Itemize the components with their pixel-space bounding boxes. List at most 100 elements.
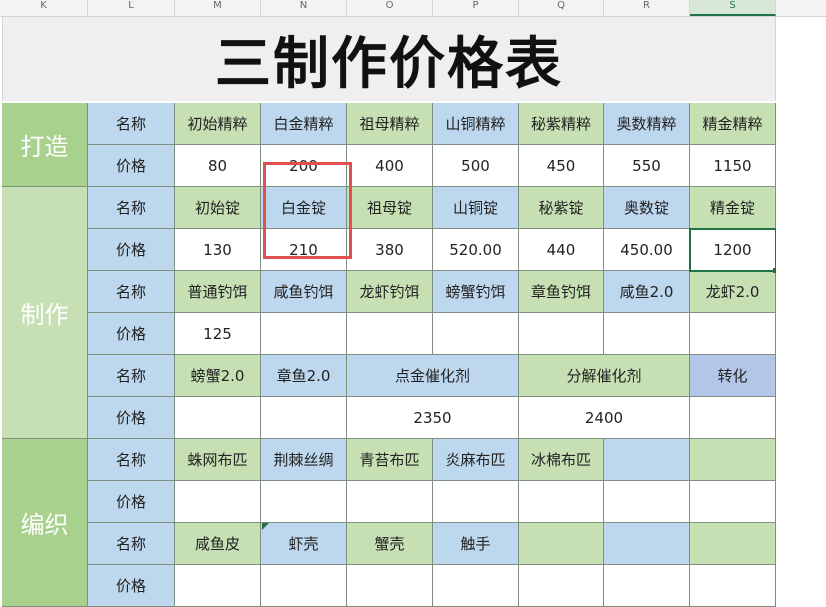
price-cell[interactable]: 130	[175, 229, 261, 271]
price-cell[interactable]	[604, 481, 690, 523]
column-header-n[interactable]: N	[261, 0, 347, 16]
section-header-weave[interactable]: 编织	[2, 439, 88, 607]
name-cell[interactable]: 蛛网布匹	[175, 439, 261, 481]
row-label-price[interactable]: 价格	[88, 565, 175, 607]
name-cell[interactable]: 初始锭	[175, 187, 261, 229]
name-cell[interactable]: 冰棉布匹	[519, 439, 604, 481]
row-label-price[interactable]: 价格	[88, 397, 175, 439]
price-cell[interactable]: 380	[347, 229, 433, 271]
name-cell[interactable]: 祖母锭	[347, 187, 433, 229]
name-cell[interactable]: 章鱼2.0	[261, 355, 347, 397]
column-header-l[interactable]: L	[88, 0, 175, 16]
column-header-r[interactable]: R	[604, 0, 690, 16]
price-cell[interactable]	[347, 565, 433, 607]
price-cell[interactable]: 440	[519, 229, 604, 271]
name-cell[interactable]: 祖母精粹	[347, 103, 433, 145]
name-cell[interactable]	[604, 439, 690, 481]
price-cell[interactable]	[261, 481, 347, 523]
name-cell[interactable]	[604, 523, 690, 565]
price-cell[interactable]: 80	[175, 145, 261, 187]
row-label-price[interactable]: 价格	[88, 313, 175, 355]
price-cell[interactable]	[175, 397, 261, 439]
name-cell[interactable]: 荆棘丝绸	[261, 439, 347, 481]
price-cell[interactable]	[175, 481, 261, 523]
name-cell[interactable]: 点金催化剂	[347, 355, 519, 397]
price-cell[interactable]: 210	[261, 229, 347, 271]
price-cell[interactable]: 400	[347, 145, 433, 187]
name-cell[interactable]: 奥数精粹	[604, 103, 690, 145]
name-cell[interactable]: 精金锭	[690, 187, 776, 229]
row-label-name[interactable]: 名称	[88, 271, 175, 313]
name-cell[interactable]: 转化	[690, 355, 776, 397]
column-header-m[interactable]: M	[175, 0, 261, 16]
name-cell[interactable]: 咸鱼皮	[175, 523, 261, 565]
name-cell[interactable]	[690, 439, 776, 481]
price-cell[interactable]	[347, 313, 433, 355]
name-cell[interactable]: 章鱼钓饵	[519, 271, 604, 313]
name-cell[interactable]: 初始精粹	[175, 103, 261, 145]
price-cell[interactable]: 550	[604, 145, 690, 187]
name-cell[interactable]: 螃蟹钓饵	[433, 271, 519, 313]
column-header-o[interactable]: O	[347, 0, 433, 16]
price-cell[interactable]	[261, 313, 347, 355]
price-cell[interactable]	[433, 481, 519, 523]
price-cell[interactable]: 450	[519, 145, 604, 187]
name-cell[interactable]: 青苔布匹	[347, 439, 433, 481]
row-label-name[interactable]: 名称	[88, 355, 175, 397]
price-cell[interactable]	[690, 565, 776, 607]
price-cell[interactable]	[690, 313, 776, 355]
price-cell[interactable]	[690, 481, 776, 523]
name-cell[interactable]: 螃蟹2.0	[175, 355, 261, 397]
row-label-price[interactable]: 价格	[88, 145, 175, 187]
name-cell[interactable]	[519, 523, 604, 565]
price-cell[interactable]: 500	[433, 145, 519, 187]
name-cell[interactable]: 咸鱼钓饵	[261, 271, 347, 313]
name-cell[interactable]: 秘紫锭	[519, 187, 604, 229]
name-cell[interactable]: 触手	[433, 523, 519, 565]
name-cell[interactable]: 普通钓饵	[175, 271, 261, 313]
name-cell[interactable]: 秘紫精粹	[519, 103, 604, 145]
row-label-price[interactable]: 价格	[88, 229, 175, 271]
price-cell[interactable]	[433, 313, 519, 355]
price-cell[interactable]: 2350	[347, 397, 519, 439]
price-cell[interactable]	[519, 565, 604, 607]
column-header-q[interactable]: Q	[519, 0, 604, 16]
price-cell[interactable]: 200	[261, 145, 347, 187]
section-header-forge[interactable]: 打造	[2, 103, 88, 187]
section-header-craft[interactable]: 制作	[2, 187, 88, 439]
price-cell[interactable]	[261, 397, 347, 439]
name-cell[interactable]: 蟹壳	[347, 523, 433, 565]
row-label-price[interactable]: 价格	[88, 481, 175, 523]
row-label-name[interactable]: 名称	[88, 523, 175, 565]
name-cell[interactable]: 分解催化剂	[519, 355, 690, 397]
price-cell[interactable]	[433, 565, 519, 607]
price-cell[interactable]: 1200	[690, 229, 776, 271]
price-cell[interactable]	[347, 481, 433, 523]
name-cell[interactable]: 精金精粹	[690, 103, 776, 145]
price-cell[interactable]	[261, 565, 347, 607]
row-label-name[interactable]: 名称	[88, 187, 175, 229]
name-cell[interactable]: 虾壳	[261, 523, 347, 565]
name-cell[interactable]: 山铜锭	[433, 187, 519, 229]
name-cell[interactable]: 龙虾2.0	[690, 271, 776, 313]
name-cell[interactable]: 龙虾钓饵	[347, 271, 433, 313]
name-cell[interactable]	[690, 523, 776, 565]
price-cell[interactable]	[519, 481, 604, 523]
column-header-s[interactable]: S	[690, 0, 776, 16]
price-cell[interactable]	[519, 313, 604, 355]
name-cell[interactable]: 白金精粹	[261, 103, 347, 145]
price-cell[interactable]: 1150	[690, 145, 776, 187]
price-cell[interactable]	[175, 565, 261, 607]
name-cell[interactable]: 山铜精粹	[433, 103, 519, 145]
price-cell[interactable]	[604, 565, 690, 607]
price-cell[interactable]: 520.00	[433, 229, 519, 271]
price-cell[interactable]: 125	[175, 313, 261, 355]
column-header-p[interactable]: P	[433, 0, 519, 16]
name-cell[interactable]: 咸鱼2.0	[604, 271, 690, 313]
name-cell[interactable]: 炎麻布匹	[433, 439, 519, 481]
price-cell[interactable]: 2400	[519, 397, 690, 439]
row-label-name[interactable]: 名称	[88, 439, 175, 481]
price-cell[interactable]	[604, 313, 690, 355]
name-cell[interactable]: 白金锭	[261, 187, 347, 229]
column-header-k[interactable]: K	[0, 0, 88, 16]
